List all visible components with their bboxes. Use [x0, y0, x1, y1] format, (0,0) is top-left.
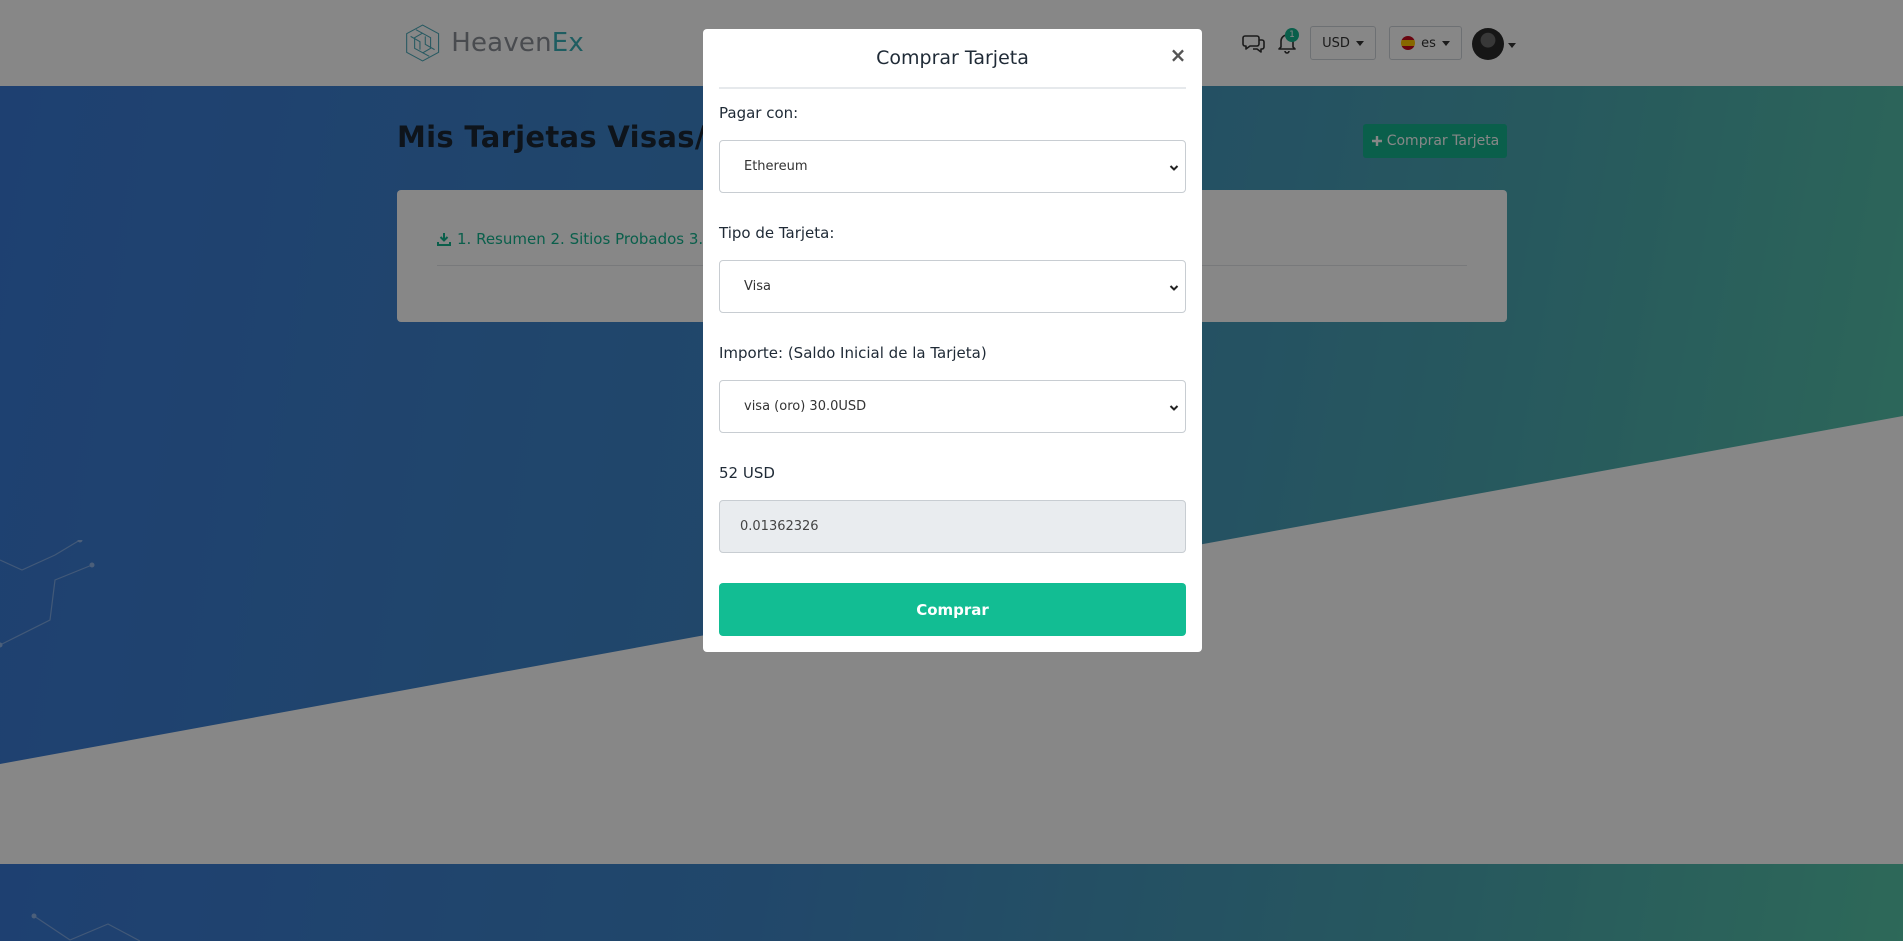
card-type-value: Visa	[744, 279, 771, 294]
modal-title: Comprar Tarjeta	[876, 47, 1029, 69]
chevron-down-icon	[1169, 285, 1179, 291]
chevron-down-icon	[1169, 405, 1179, 411]
buy-card-modal: Comprar Tarjeta × Pagar con: Ethereum Ti…	[703, 29, 1202, 652]
chevron-down-icon	[1169, 165, 1179, 171]
amount-select[interactable]: visa (oro) 30.0USD	[719, 380, 1186, 433]
pay-with-select[interactable]: Ethereum	[719, 140, 1186, 193]
crypto-amount-field: 0.01362326	[719, 500, 1186, 553]
buy-submit-button[interactable]: Comprar	[719, 583, 1186, 636]
amount-value: visa (oro) 30.0USD	[744, 399, 867, 414]
card-type-select[interactable]: Visa	[719, 260, 1186, 313]
pay-with-value: Ethereum	[744, 159, 808, 174]
modal-divider	[719, 87, 1186, 89]
pay-with-label: Pagar con:	[719, 104, 799, 122]
crypto-amount-value: 0.01362326	[740, 519, 819, 534]
total-usd-label: 52 USD	[719, 464, 775, 482]
amount-label: Importe: (Saldo Inicial de la Tarjeta)	[719, 344, 987, 362]
card-type-label: Tipo de Tarjeta:	[719, 224, 835, 242]
close-icon[interactable]: ×	[1168, 45, 1188, 65]
